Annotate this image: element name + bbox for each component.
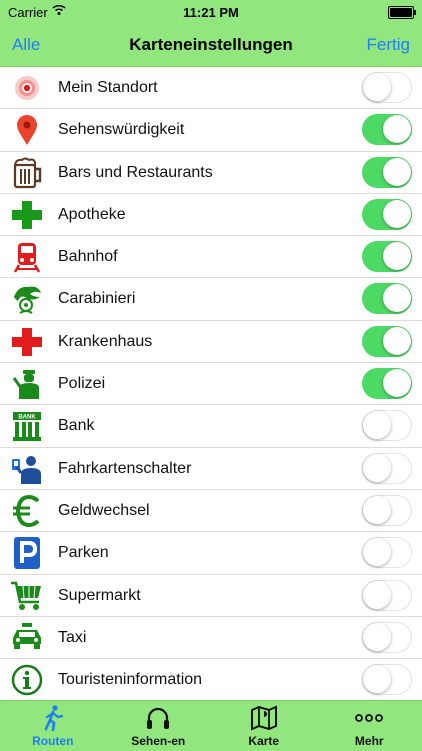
headphones-icon <box>145 718 171 735</box>
location-dot-icon <box>10 72 44 104</box>
list-item: Carabinieri <box>0 278 422 320</box>
done-button[interactable]: Fertig <box>367 35 410 55</box>
parking-icon <box>10 537 44 569</box>
toggle-switch[interactable] <box>362 157 412 188</box>
toggle-switch[interactable] <box>362 114 412 145</box>
police-icon <box>10 368 44 400</box>
toggle-switch[interactable] <box>362 283 412 314</box>
list-item: Mein Standort <box>0 67 422 109</box>
navigation-bar: Alle Karteneinstellungen Fertig <box>0 24 422 67</box>
list-item: Bars und Restaurants <box>0 152 422 194</box>
list-item: Apotheke <box>0 194 422 236</box>
toggle-switch[interactable] <box>362 664 412 695</box>
row-label: Bahnhof <box>58 248 118 266</box>
tab-routes[interactable]: Routen <box>0 701 106 751</box>
list-item: BANK Bank <box>0 405 422 447</box>
taxi-icon <box>10 622 44 654</box>
toggle-switch[interactable] <box>362 622 412 653</box>
tab-more[interactable]: Mehr <box>317 701 422 751</box>
row-label: Krankenhaus <box>58 333 152 351</box>
list-item: Parken <box>0 532 422 574</box>
toggle-switch[interactable] <box>362 199 412 230</box>
list-item: Sehenswürdigkeit <box>0 109 422 151</box>
toggle-switch[interactable] <box>362 537 412 568</box>
settings-list: Mein Standort Sehenswürdigkeit Bars und … <box>0 67 422 700</box>
tab-bar: Routen Sehen-en Karte Mehr <box>0 700 422 751</box>
toggle-switch[interactable] <box>362 241 412 272</box>
more-dots-icon <box>354 718 384 735</box>
toggle-switch[interactable] <box>362 453 412 484</box>
toggle-switch[interactable] <box>362 580 412 611</box>
status-bar: Carrier 11:21 PM <box>0 0 422 24</box>
tab-label: Karte <box>211 734 317 748</box>
row-label: Taxi <box>58 629 86 647</box>
row-label: Supermarkt <box>58 587 141 605</box>
page-title: Karteneinstellungen <box>0 35 422 55</box>
list-item: Bahnhof <box>0 236 422 278</box>
row-label: Fahrkartenschalter <box>58 460 191 478</box>
toggle-switch[interactable] <box>362 495 412 526</box>
row-label: Bank <box>58 417 94 435</box>
status-time: 11:21 PM <box>0 5 422 20</box>
walking-person-icon <box>41 718 65 735</box>
list-item: Touristeninformation <box>0 659 422 700</box>
list-item: Supermarkt <box>0 575 422 617</box>
train-icon <box>10 241 44 273</box>
list-item: Fahrkartenschalter <box>0 448 422 490</box>
hospital-cross-icon <box>10 326 44 358</box>
list-item: Krankenhaus <box>0 321 422 363</box>
carabinieri-icon <box>10 283 44 315</box>
tab-label: Routen <box>0 734 106 748</box>
tab-sights[interactable]: Sehen-en <box>106 701 212 751</box>
row-label: Polizei <box>58 375 105 393</box>
shopping-cart-icon <box>10 580 44 612</box>
svg-text:BANK: BANK <box>18 415 36 421</box>
tab-map[interactable]: Karte <box>211 701 317 751</box>
map-icon <box>250 718 278 735</box>
pharmacy-cross-icon <box>10 199 44 231</box>
euro-icon <box>10 495 44 527</box>
row-label: Bars und Restaurants <box>58 164 213 182</box>
row-label: Carabinieri <box>58 290 135 308</box>
row-label: Sehenswürdigkeit <box>58 121 184 139</box>
toggle-switch[interactable] <box>362 368 412 399</box>
map-pin-icon <box>10 114 44 146</box>
row-label: Geldwechsel <box>58 502 150 520</box>
list-item: Polizei <box>0 363 422 405</box>
battery-icon <box>388 6 414 19</box>
row-label: Mein Standort <box>58 79 158 97</box>
list-item: Geldwechsel <box>0 490 422 532</box>
beer-mug-icon <box>10 157 44 189</box>
list-item: Taxi <box>0 617 422 659</box>
toggle-switch[interactable] <box>362 326 412 357</box>
row-label: Apotheke <box>58 206 126 224</box>
toggle-switch[interactable] <box>362 72 412 103</box>
info-icon <box>10 664 44 696</box>
tab-label: Mehr <box>317 734 422 748</box>
bank-icon: BANK <box>10 410 44 442</box>
row-label: Parken <box>58 544 109 562</box>
ticket-office-icon <box>10 453 44 485</box>
toggle-switch[interactable] <box>362 410 412 441</box>
tab-label: Sehen-en <box>106 734 212 748</box>
row-label: Touristeninformation <box>58 671 202 689</box>
